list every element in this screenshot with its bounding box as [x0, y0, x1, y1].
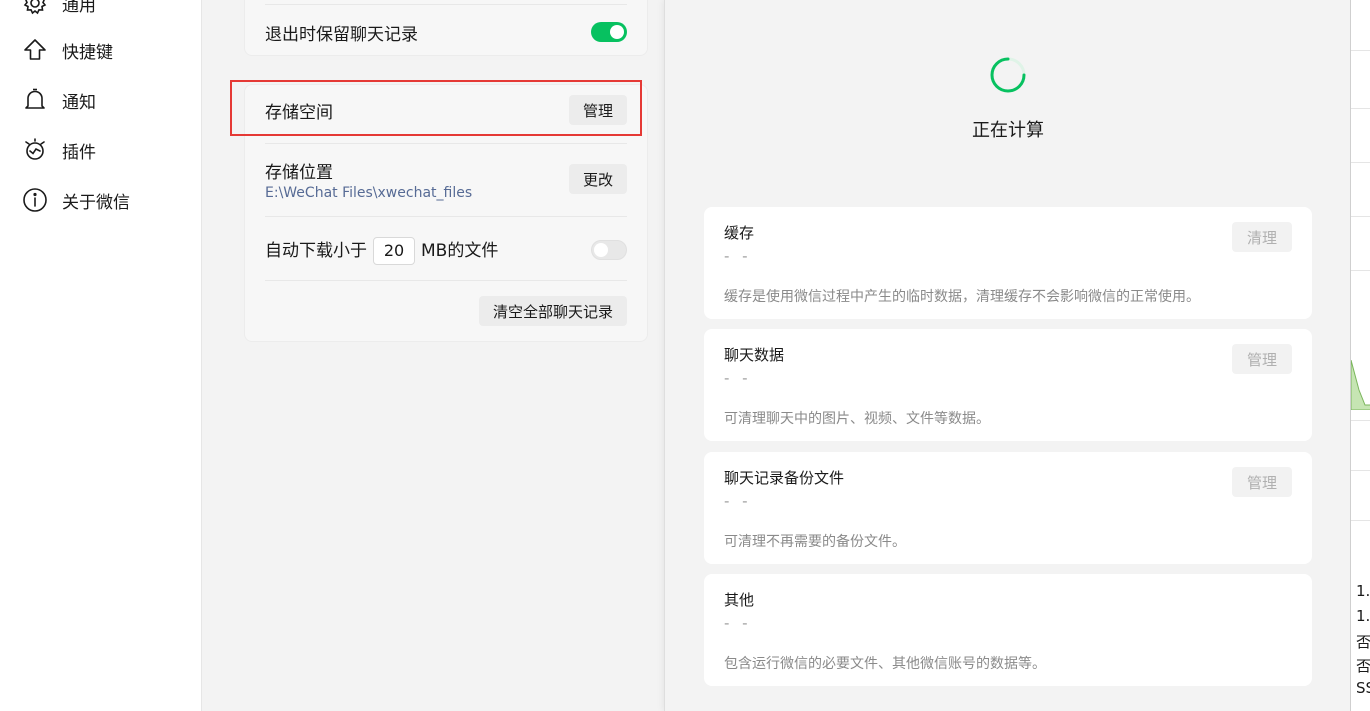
sidebar-item-notifications[interactable]: 通知 — [22, 85, 96, 115]
auto-download-size-input[interactable]: 20 — [373, 236, 415, 265]
manage-chat-data-button[interactable]: 管理 — [1232, 344, 1292, 374]
background-window: 1. 1. 否 否 SS — [1350, 0, 1370, 711]
auto-download-prefix: 自动下载小于 — [265, 240, 367, 261]
keep-history-label: 退出时保留聊天记录 — [265, 24, 418, 45]
info-icon — [23, 188, 47, 212]
background-text: 否 — [1356, 657, 1370, 675]
sidebar-item-about[interactable]: 关于微信 — [22, 185, 130, 215]
auto-download-toggle[interactable] — [591, 240, 627, 260]
keep-history-row: 退出时保留聊天记录 — [265, 17, 627, 47]
background-text: 1. — [1356, 582, 1370, 600]
background-text: 1. — [1356, 607, 1370, 625]
sidebar-item-label: 快捷键 — [62, 42, 113, 63]
manage-backup-button[interactable]: 管理 — [1232, 467, 1292, 497]
sidebar-item-label: 通知 — [62, 92, 96, 113]
divider — [265, 216, 627, 217]
cache-card: 缓存 - - 缓存是使用微信过程中产生的临时数据，清理缓存不会影响微信的正常使用… — [704, 207, 1312, 319]
divider — [265, 280, 627, 281]
divider — [1351, 50, 1370, 51]
sidebar-item-label: 通用 — [62, 0, 96, 16]
backup-files-card: 聊天记录备份文件 - - 可清理不再需要的备份文件。 管理 — [704, 452, 1312, 564]
divider — [1351, 270, 1370, 271]
auto-download-suffix: MB的文件 — [421, 240, 499, 261]
divider — [265, 143, 627, 144]
sidebar-item-label: 插件 — [62, 142, 96, 163]
card-title: 聊天记录备份文件 — [724, 469, 845, 487]
card-value: - - — [724, 614, 752, 632]
change-location-button[interactable]: 更改 — [568, 164, 627, 194]
divider — [1351, 470, 1370, 471]
clear-all-history-button[interactable]: 清空全部聊天记录 — [478, 296, 627, 326]
card-value: - - — [724, 369, 752, 387]
divider — [1351, 108, 1370, 109]
toggle-knob — [610, 25, 624, 39]
card-value: - - — [724, 247, 752, 265]
gear-icon — [23, 0, 47, 15]
divider — [1351, 420, 1370, 421]
arrow-up-icon — [24, 39, 46, 60]
divider — [265, 4, 627, 5]
calculating-status: 正在计算 — [972, 120, 1044, 141]
card-description: 可清理聊天中的图片、视频、文件等数据。 — [724, 411, 990, 427]
card-title: 缓存 — [724, 224, 755, 242]
divider — [1351, 216, 1370, 217]
loading-spinner-icon — [990, 57, 1026, 93]
toggle-knob — [594, 243, 608, 257]
divider — [1351, 520, 1370, 521]
sidebar-item-label: 关于微信 — [62, 192, 130, 213]
background-chart-fragment — [1351, 360, 1370, 410]
storage-location-label: 存储位置 — [265, 162, 333, 183]
storage-location-path: E:\WeChat Files\xwechat_files — [265, 184, 473, 201]
card-description: 可清理不再需要的备份文件。 — [724, 534, 906, 550]
sidebar-item-shortcuts[interactable]: 快捷键 — [22, 35, 113, 65]
card-description: 缓存是使用微信过程中产生的临时数据，清理缓存不会影响微信的正常使用。 — [724, 289, 1200, 305]
card-title: 其他 — [724, 591, 755, 609]
clear-cache-button[interactable]: 清理 — [1232, 222, 1292, 252]
plugin-icon — [25, 138, 45, 160]
storage-detail-panel: 正在计算 缓存 - - 缓存是使用微信过程中产生的临时数据，清理缓存不会影响微信… — [664, 0, 1350, 711]
highlight-box — [230, 80, 642, 136]
card-description: 包含运行微信的必要文件、其他微信账号的数据等。 — [724, 656, 1046, 672]
divider — [1351, 162, 1370, 163]
auto-download-row: 自动下载小于 20 MB的文件 — [265, 234, 627, 266]
background-text: SS — [1356, 679, 1370, 697]
storage-location-info: 存储位置 E:\WeChat Files\xwechat_files — [265, 158, 472, 201]
clear-all-row: 清空全部聊天记录 — [265, 295, 627, 327]
storage-location-row: 存储位置 E:\WeChat Files\xwechat_files 更改 — [265, 158, 627, 201]
chat-data-card: 聊天数据 - - 可清理聊天中的图片、视频、文件等数据。 管理 — [704, 329, 1312, 441]
other-card: 其他 - - 包含运行微信的必要文件、其他微信账号的数据等。 — [704, 574, 1312, 686]
card-value: - - — [724, 492, 752, 510]
keep-history-toggle[interactable] — [591, 22, 627, 42]
bell-icon — [25, 88, 45, 109]
sidebar-item-general[interactable]: 通用 — [22, 0, 96, 18]
sidebar-item-plugins[interactable]: 插件 — [22, 135, 96, 165]
card-title: 聊天数据 — [724, 346, 785, 364]
background-text: 否 — [1356, 633, 1370, 651]
auto-download-label: 自动下载小于 20 MB的文件 — [265, 236, 498, 265]
sidebar: 通用 快捷键 通知 插件 关于微信 — [0, 0, 202, 711]
chat-history-card: 退出时保留聊天记录 — [244, 0, 648, 56]
